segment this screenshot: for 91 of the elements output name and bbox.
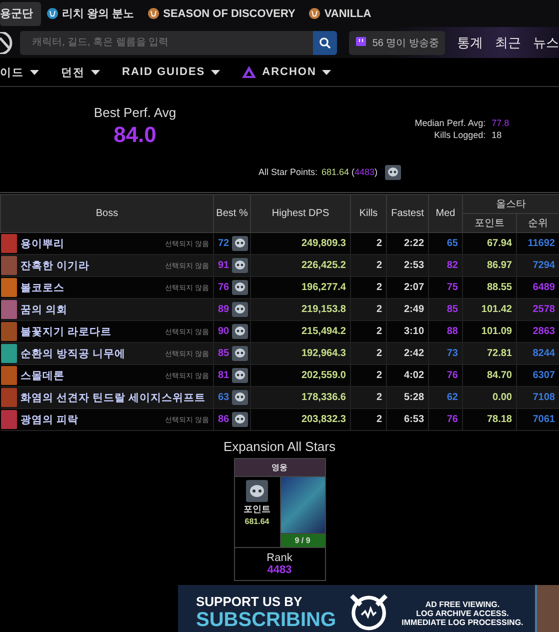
boss-name[interactable]: 광염의 피락 [20,412,162,426]
boss-name[interactable]: 잔혹한 이기라 [20,258,162,272]
best-percent: 72 [218,238,230,250]
boss-name[interactable]: 불꽃지기 라로다르 [20,324,162,338]
table-cell: 78.18 [462,408,516,430]
caret-icon [322,70,332,74]
skull-icon [246,480,268,502]
subscribe-banner[interactable]: SUPPORT US BY SUBSCRIBING AD FREE VIEWING. LOG ARCHIVE ACCESS. IMMEDIATE LOG PROCESSING. [178,585,559,632]
stream-icon [355,37,366,48]
game-tab[interactable]: 용군단 [0,2,41,26]
star-points-label: All Star Points: [258,167,318,177]
skull-icon [232,368,248,383]
table-cell: 203,832.3 [250,408,350,430]
skull-icon [232,302,248,317]
kills-value: 18 [492,130,502,140]
progress-label: 9 / 9 [280,533,324,547]
column-header: 포인트 [462,214,516,232]
best-percent: 86 [218,414,230,426]
column-header: Fastest [386,194,428,232]
best-percent: 76 [218,282,230,294]
skull-icon [232,346,248,361]
boss-name[interactable]: 볼코로스 [20,280,162,294]
points-label: 포인트 [244,503,270,516]
boss-name[interactable]: 순환의 방직공 니무에 [20,346,162,360]
best-perf-value: 84.0 [114,122,156,148]
skull-icon [232,280,248,295]
game-badge-icon [47,8,58,19]
best-percent: 81 [218,370,230,382]
search-field[interactable]: 캐릭터, 길드, 혹은 렐름을 입력 [20,30,314,54]
game-badge-icon [309,8,320,19]
boss-name[interactable]: 용이뿌리 [20,236,162,250]
photo-placeholder [535,585,559,632]
column-header: Highest DPS [250,194,350,232]
skull-icon [232,412,248,427]
nav-menu[interactable]: RAID GUIDES [122,66,220,78]
boss-name[interactable]: 화염의 선견자 틴드랄 세이지스위프트 [20,390,209,404]
best-percent: 85 [218,348,230,360]
kills-label: Kills Logged: [434,130,486,140]
banner-perk: AD FREE VIEWING. [425,600,500,608]
best-percent: 63 [218,392,230,404]
caret-icon [211,70,220,74]
header-link[interactable]: 최근 [495,34,521,52]
expansion-title: Expansion All Stars [223,439,336,454]
best-percent: 91 [218,260,230,272]
banner-heading: SUPPORT US BY [196,594,304,609]
nav-menu[interactable]: 던전 [61,64,100,80]
median-value: 77.8 [492,118,510,128]
rank-label: Rank [266,552,292,564]
banner-perk: IMMEDIATE LOG PROCESSING. [402,618,524,626]
rank-value: 4483 [267,564,292,576]
caret-icon [30,70,39,74]
skull-icon [232,258,248,273]
header-link[interactable]: 뉴스 [533,34,559,52]
nav-menu[interactable]: 이드 [0,64,39,80]
column-header: Med [428,194,462,232]
column-group-header: 올스타 [462,194,559,214]
star-points-value: 681.64 (4483) [321,167,378,177]
skull-icon [232,236,248,251]
logo-icon [0,32,14,54]
column-header: Best % [214,194,250,232]
game-badge-icon [148,8,160,19]
boss-name[interactable]: 꿈의 의회 [20,302,209,316]
search-button[interactable] [313,30,338,54]
game-tab[interactable]: VANILLA [307,2,380,26]
column-header: Boss [0,194,214,232]
table-cell: 76 [428,408,462,430]
caret-icon [91,70,100,74]
best-perf-label: Best Perf. Avg [94,105,176,120]
column-header: 순위 [516,214,559,232]
header-link[interactable]: 통계 [457,34,483,52]
stream-button[interactable]: 56 명이 방송중 [349,30,445,54]
boss-name[interactable]: 스몰데론 [20,368,162,382]
column-header: Kills [350,194,386,232]
banner-perk: LOG ARCHIVE ACCESS. [416,608,509,618]
median-label: Median Perf. Avg: [414,118,486,128]
game-tab[interactable]: 리치 왕의 분노 [45,2,142,26]
search-icon [319,36,332,48]
skull-icon [232,324,248,339]
table-cell: 6:53 [386,408,428,430]
game-tab[interactable]: SEASON OF DISCOVERY [146,2,304,26]
table-cell: 2 [350,408,386,430]
difficulty-label: 영웅 [234,459,324,477]
best-percent: 90 [218,326,230,338]
raid-artwork [280,477,324,533]
banner-title: SUBSCRIBING [196,609,336,632]
skull-icon [232,390,248,405]
points-value: 681.64 [244,517,270,526]
skull-icon [384,164,401,180]
table-cell: 7061 [516,408,559,430]
nav-menu[interactable]: ARCHON [242,66,332,78]
best-percent: 89 [218,304,230,316]
